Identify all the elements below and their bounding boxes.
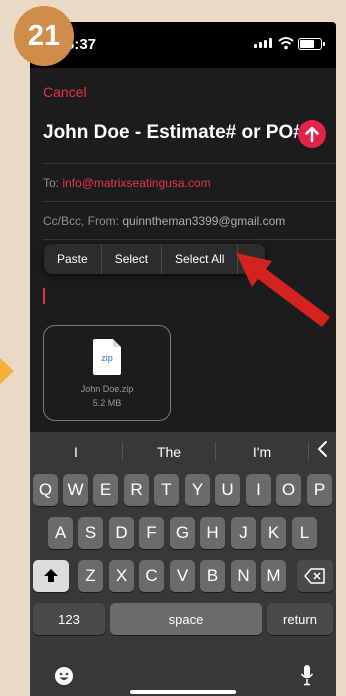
prediction-1[interactable]: I bbox=[30, 432, 122, 470]
wifi-icon bbox=[278, 37, 294, 50]
key-m[interactable]: M bbox=[261, 560, 286, 592]
backspace-key[interactable] bbox=[297, 560, 333, 592]
subject-title: John Doe - Estimate# or PO# bbox=[43, 122, 304, 143]
key-a[interactable]: A bbox=[48, 517, 73, 549]
to-address[interactable]: info@matrixseatingusa.com bbox=[62, 176, 210, 190]
attachment-size: 5.2 MB bbox=[92, 398, 122, 408]
key-o[interactable]: O bbox=[276, 474, 301, 506]
key-q[interactable]: Q bbox=[33, 474, 58, 506]
key-g[interactable]: G bbox=[170, 517, 195, 549]
prediction-2[interactable]: The bbox=[123, 432, 215, 470]
key-v[interactable]: V bbox=[170, 560, 195, 592]
cc-from-field[interactable]: Cc/Bcc, From: quinntheman3399@gmail.com bbox=[43, 214, 285, 228]
key-j[interactable]: J bbox=[231, 517, 256, 549]
key-w[interactable]: W bbox=[63, 474, 88, 506]
prediction-divider bbox=[308, 442, 309, 460]
divider bbox=[43, 201, 336, 202]
key-d[interactable]: D bbox=[109, 517, 134, 549]
key-u[interactable]: U bbox=[215, 474, 240, 506]
text-cursor bbox=[43, 288, 45, 304]
space-key[interactable]: space bbox=[110, 603, 262, 635]
shift-key[interactable] bbox=[33, 560, 69, 592]
zip-icon-label: zip bbox=[101, 353, 113, 363]
key-n[interactable]: N bbox=[231, 560, 256, 592]
key-c[interactable]: C bbox=[139, 560, 164, 592]
key-h[interactable]: H bbox=[200, 517, 225, 549]
phone-screen: 6:37 Cancel John Doe - Estimate# or PO# … bbox=[30, 22, 336, 696]
divider bbox=[43, 239, 336, 240]
signal-icon bbox=[254, 38, 272, 48]
annotation-arrow-icon bbox=[236, 253, 330, 327]
battery-icon bbox=[298, 38, 325, 50]
select-menu-item[interactable]: Select bbox=[102, 244, 163, 274]
to-label: To: bbox=[43, 176, 60, 190]
step-number-badge: 21 bbox=[14, 6, 74, 66]
background-left bbox=[0, 0, 30, 696]
key-t[interactable]: T bbox=[154, 474, 179, 506]
prediction-3[interactable]: I'm bbox=[216, 432, 308, 470]
cancel-button[interactable]: Cancel bbox=[43, 84, 87, 100]
chevron-left-icon[interactable] bbox=[316, 440, 330, 458]
key-z[interactable]: Z bbox=[78, 560, 103, 592]
key-s[interactable]: S bbox=[78, 517, 103, 549]
attachment-filename: John Doe.zip bbox=[80, 384, 134, 394]
to-field[interactable]: To: info@matrixseatingusa.com bbox=[43, 176, 211, 190]
emoji-icon[interactable] bbox=[54, 666, 74, 686]
send-arrow-icon bbox=[305, 126, 319, 142]
key-x[interactable]: X bbox=[109, 560, 134, 592]
microphone-icon[interactable] bbox=[300, 664, 314, 686]
key-p[interactable]: P bbox=[307, 474, 332, 506]
select-all-menu-item[interactable]: Select All bbox=[162, 244, 239, 274]
home-indicator bbox=[130, 690, 236, 694]
cc-label: Cc/Bcc, From: bbox=[43, 214, 120, 228]
zip-file-icon: zip bbox=[93, 339, 121, 375]
key-i[interactable]: I bbox=[246, 474, 271, 506]
status-bar: 6:37 bbox=[30, 22, 336, 68]
from-address[interactable]: quinntheman3399@gmail.com bbox=[122, 214, 285, 228]
key-r[interactable]: R bbox=[124, 474, 149, 506]
numbers-key[interactable]: 123 bbox=[33, 603, 105, 635]
key-b[interactable]: B bbox=[200, 560, 225, 592]
shift-icon bbox=[44, 569, 58, 582]
prediction-bar: I The I'm bbox=[30, 432, 336, 470]
background-right bbox=[336, 0, 346, 696]
divider bbox=[43, 163, 336, 164]
send-button[interactable] bbox=[298, 120, 326, 148]
paste-menu-item[interactable]: Paste bbox=[44, 244, 102, 274]
key-l[interactable]: L bbox=[292, 517, 317, 549]
keyboard: I The I'm Q W E R T Y U I O P A S D F G … bbox=[30, 432, 336, 696]
key-k[interactable]: K bbox=[261, 517, 286, 549]
backspace-icon bbox=[304, 568, 325, 584]
key-y[interactable]: Y bbox=[185, 474, 210, 506]
return-key[interactable]: return bbox=[267, 603, 333, 635]
side-pointer-arrow-icon bbox=[0, 358, 14, 384]
attachment-card[interactable]: zip John Doe.zip 5.2 MB bbox=[43, 325, 171, 421]
key-f[interactable]: F bbox=[139, 517, 164, 549]
key-e[interactable]: E bbox=[93, 474, 118, 506]
